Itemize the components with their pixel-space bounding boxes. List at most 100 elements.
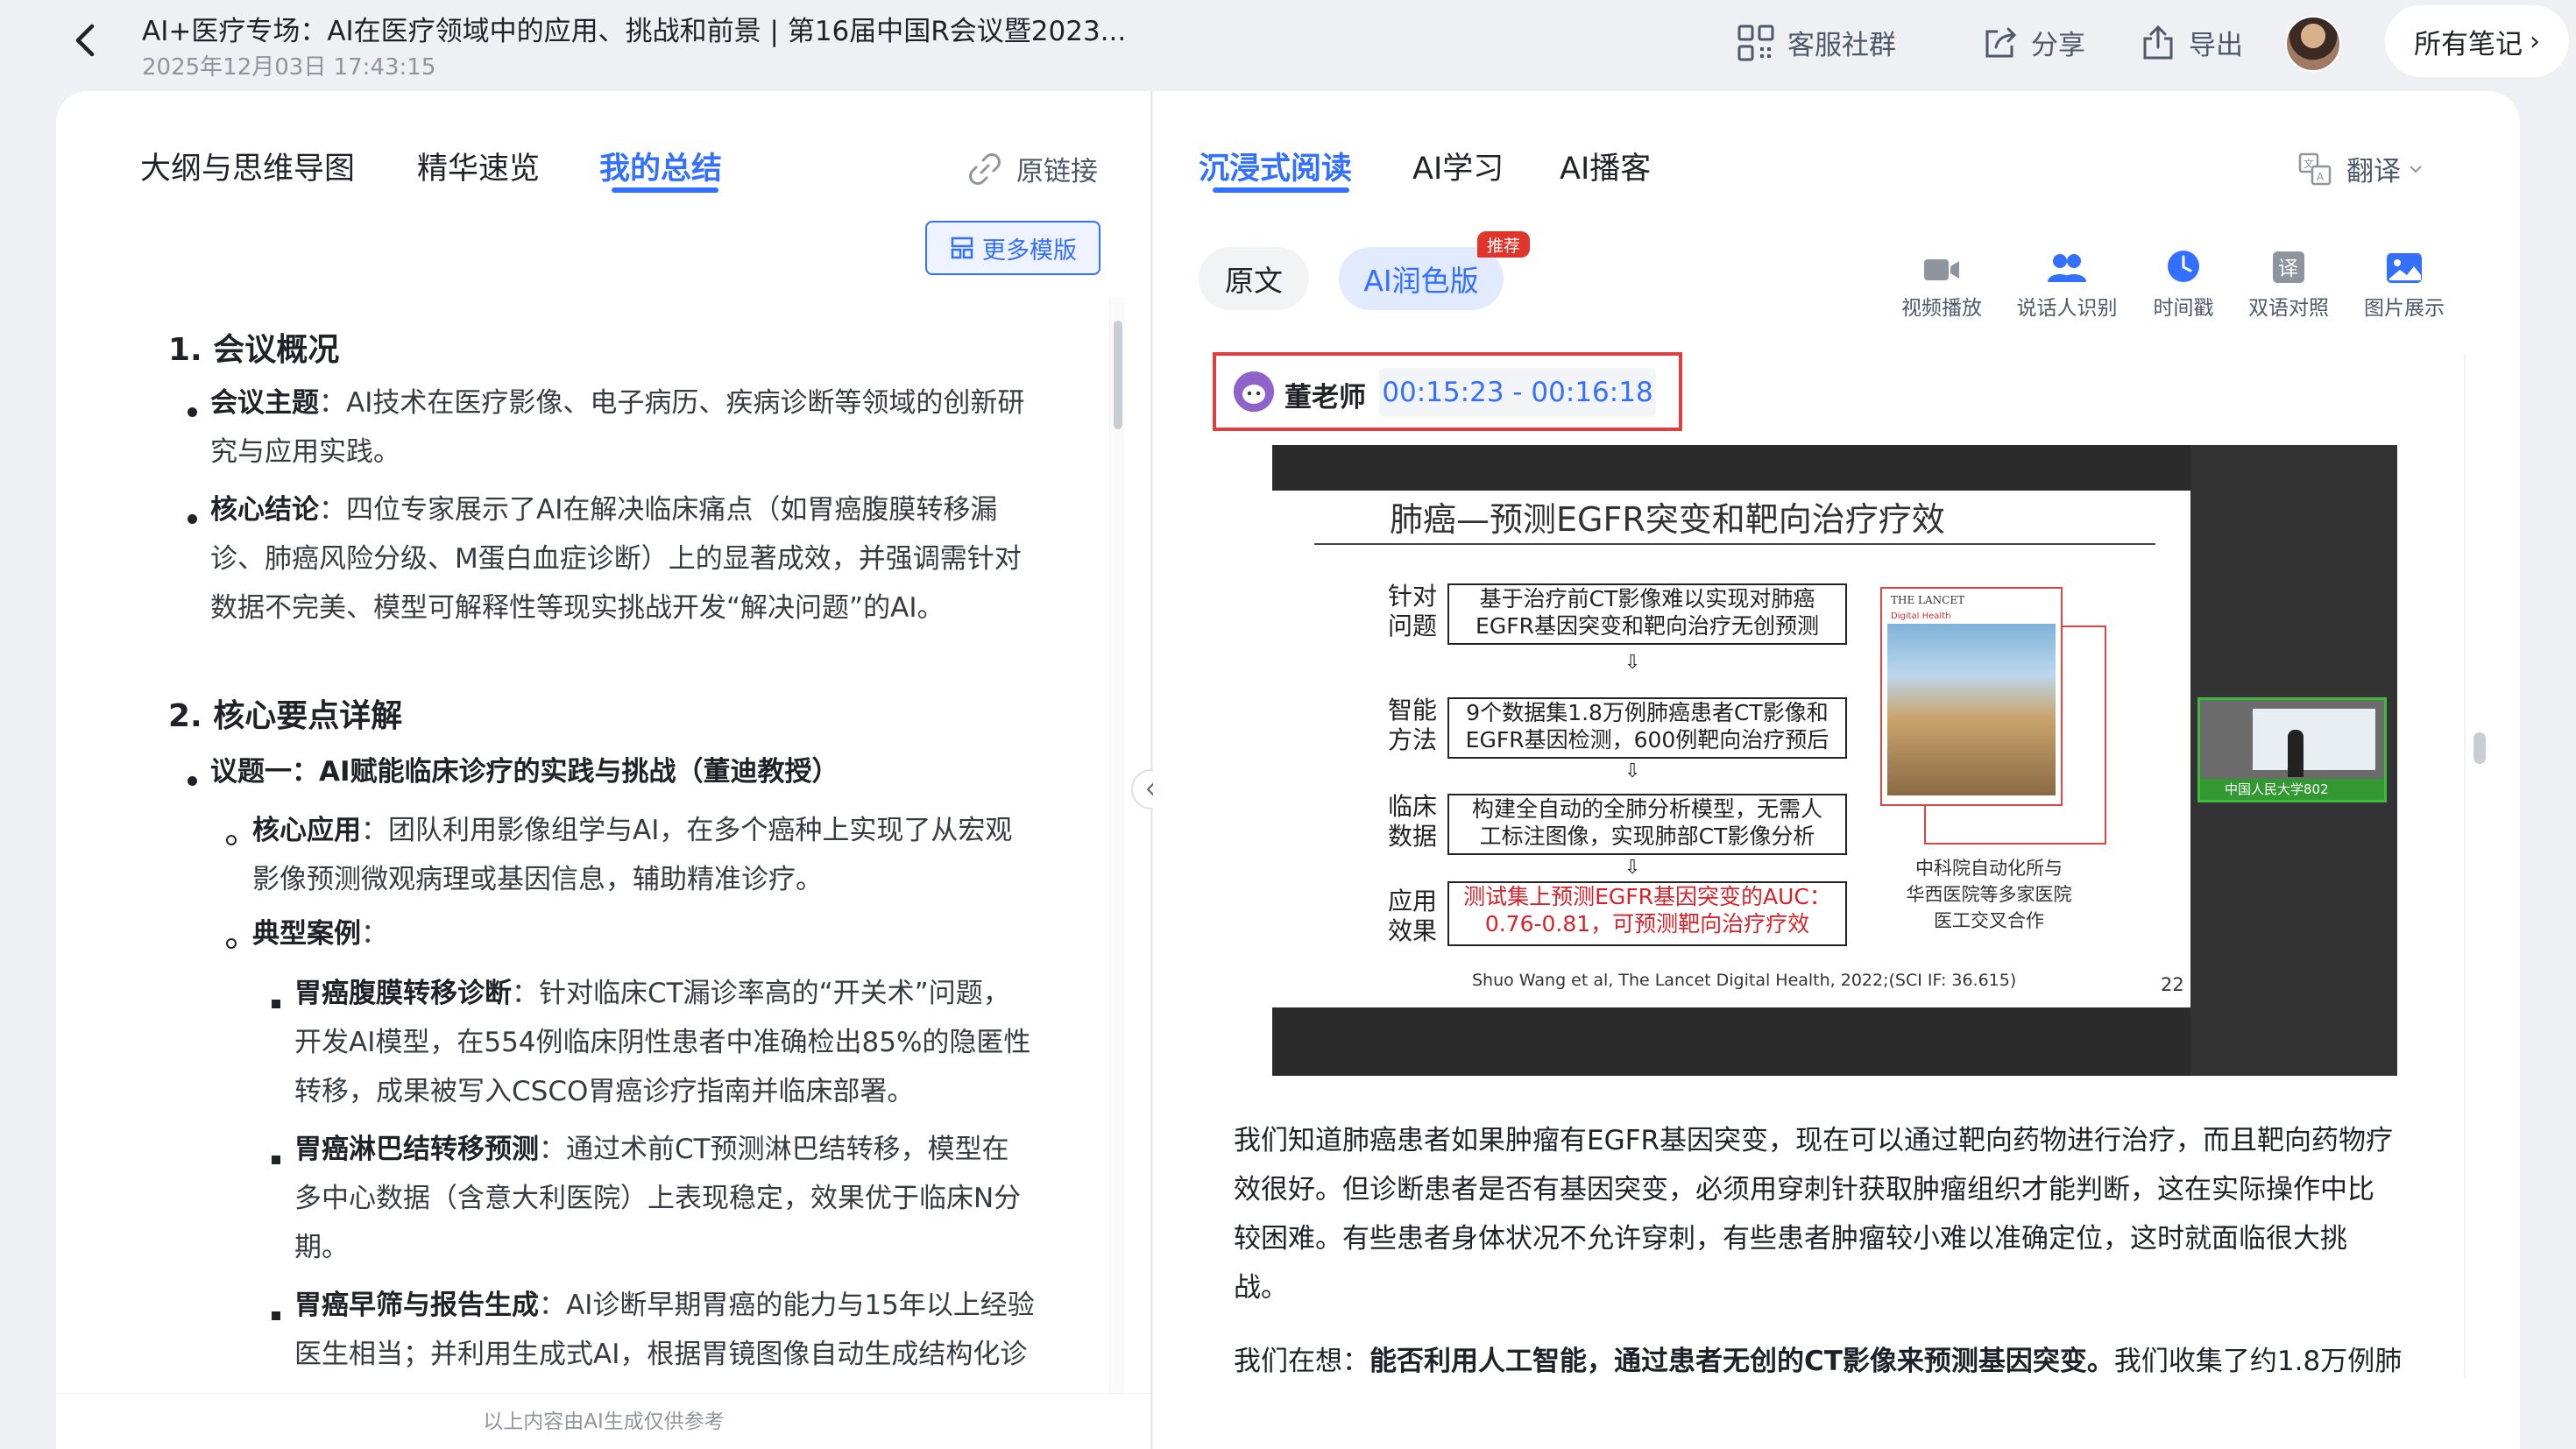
video-person [2288, 730, 2304, 777]
square-bullet [272, 1000, 280, 1008]
topic-heading: 议题一：AI赋能临床诊疗的实践与挑战（董迪教授） [210, 747, 839, 796]
tab-ai-learning[interactable]: AI学习 [1412, 144, 1504, 188]
video-label: 中国人民大学802 [2200, 779, 2384, 800]
tool-image-display[interactable]: 图片展示 [2352, 244, 2457, 321]
tool-label: 时间戳 [2153, 297, 2214, 320]
chevron-right-icon: › [2530, 25, 2540, 57]
summary-line: 究与应用实践。 [210, 436, 400, 468]
user-avatar[interactable] [2285, 16, 2341, 72]
summary-line: 医生相当；并利用生成式AI，根据胃镜图像自动生成结构化诊 [294, 1339, 1028, 1370]
slide-row-label: 应用 效果 [1388, 887, 1449, 946]
top-bar: AI+医疗专场：AI在医疗领域中的应用、挑战和前景 | 第16届中国R会议暨20… [0, 0, 2576, 91]
summary-line: 转移，成果被写入CSCO胃癌诊疗指南并临床部署。 [294, 1076, 915, 1107]
core-app-label: 核心应用 [252, 815, 361, 846]
image-icon [2387, 253, 2422, 283]
clock-icon [2168, 251, 2199, 282]
all-notes-button[interactable]: 所有笔记 › [2385, 5, 2569, 77]
summary-line: 多中心数据（含意大利医院）上表现稳定，效果优于临床N分 [294, 1183, 1022, 1214]
users-icon [2048, 254, 2086, 282]
slide-row-label: 临床 数据 [1388, 792, 1449, 852]
article-text: 我们在想： [1234, 1346, 1369, 1377]
summary-scrollbar[interactable] [1109, 298, 1125, 1393]
summary-line: 胃癌淋巴结转移预测：通过术前CT预测淋巴结转移，模型在 [294, 1125, 1009, 1174]
export-button[interactable]: 导出 [2140, 23, 2243, 62]
reading-scrollbar-thumb[interactable] [2473, 732, 2486, 764]
template-icon [951, 237, 973, 259]
document-title: AI+医疗专场：AI在医疗领域中的应用、挑战和前景 | 第16届中国R会议暨20… [142, 16, 1127, 47]
slide-box-line: EGFR基因检测，600例靶向治疗预后 [1465, 727, 1829, 753]
lancet-title: THE LANCET [1891, 594, 1965, 606]
original-text-pill[interactable]: 原文 [1199, 247, 1309, 310]
article-line: 我们知道肺癌患者如果肿瘤有EGFR基因突变，现在可以通过靶向药物进行治疗，而且靶… [1234, 1125, 2393, 1156]
export-icon [2143, 25, 2173, 59]
slide-row-box: 构建全自动的全肺分析模型，无需人 工标注图像，实现肺部CT影像分析 [1447, 794, 1847, 855]
video-camera-icon [1924, 259, 1959, 280]
topic1-text: 议题一：AI赋能临床诊疗的实践与挑战（董迪教授） [210, 756, 839, 788]
original-link-button[interactable]: 原链接 [966, 149, 1098, 188]
grid-icon [1737, 25, 1774, 60]
slide-row-box: 测试集上预测EGFR基因突变的AUC： 0.76-0.81，可预测靶向治疗疗效 [1447, 881, 1847, 946]
tool-label: 视频播放 [1901, 297, 1982, 320]
slide-row-box: 9个数据集1.8万例肺癌患者CT影像和 EGFR基因检测，600例靶向治疗预后 [1447, 697, 1847, 759]
share-button[interactable]: 分享 [1982, 23, 2085, 62]
translate-dropdown[interactable]: 文A 翻译 [2297, 149, 2439, 188]
summary-line: 开发AI模型，在554例临床阴性患者中准确检出85%的隐匿性 [294, 1027, 1031, 1058]
more-templates-button[interactable]: 更多模版 [925, 221, 1100, 275]
case3-text: ：AI诊断早期胃癌的能力与15年以上经验 [539, 1290, 1035, 1321]
square-bullet [272, 1156, 280, 1164]
tool-speaker-recognition[interactable]: 说话人识别 [2014, 244, 2120, 321]
speaker-avatar [1234, 371, 1274, 412]
tool-timestamp[interactable]: 时间戳 [2131, 244, 2236, 321]
slide-box-line: 工标注图像，实现肺部CT影像分析 [1479, 823, 1815, 849]
tool-video-play[interactable]: 视频播放 [1889, 244, 1994, 321]
article-paragraph: 我们知道肺癌患者如果肿瘤有EGFR基因突变，现在可以通过靶向药物进行治疗，而且靶… [1234, 1116, 2443, 1312]
summary-content: 1. 会议概况 会议主题：AI技术在医疗影像、电子病历、疾病诊断等领域的创新研 … [0, 298, 1113, 1393]
slide-arrow: ⇩ [1624, 760, 1641, 782]
article-line: 效很好。但诊断患者是否有基因突变，必须用穿刺针获取肿瘤组织才能判断，这在实际操作… [1234, 1174, 2374, 1205]
case2-label: 胃癌淋巴结转移预测 [294, 1134, 539, 1165]
customer-service-label: 客服社群 [1787, 30, 1896, 61]
slide-caption: 中科院自动化所与 华西医院等多家医院 医工交叉合作 [1884, 855, 2094, 934]
ring-bullet [226, 835, 237, 845]
tool-label: 说话人识别 [2016, 297, 2118, 320]
bullet [188, 407, 197, 417]
more-templates-label: 更多模版 [982, 237, 1077, 265]
tab-ai-podcast[interactable]: AI播客 [1560, 144, 1651, 188]
article-paragraph: 我们在想：能否利用人工智能，通过患者无创的CT影像来预测基因突变。我们收集了约1… [1234, 1337, 2443, 1386]
case1-text: ：针对临床CT漏诊率高的“开关术”问题， [512, 978, 1010, 1009]
customer-service-button[interactable]: 客服社群 [1737, 23, 1896, 62]
slide-arrow: ⇩ [1624, 857, 1641, 879]
summary-line: 胃癌腹膜转移诊断：针对临床CT漏诊率高的“开关术”问题， [294, 969, 1010, 1018]
slide-row-label: 针对 问题 [1388, 582, 1449, 641]
slide-box-line: 测试集上预测EGFR基因突变的AUC： [1463, 884, 1831, 909]
case2-text: ：通过术前CT预测淋巴结转移，模型在 [539, 1134, 1009, 1165]
svg-text:文: 文 [2304, 157, 2314, 170]
slide-box-line: 基于治疗前CT影像难以实现对肺癌 [1479, 586, 1815, 611]
back-arrow-icon[interactable] [68, 23, 103, 58]
tab-my-summary[interactable]: 我的总结 [599, 144, 722, 188]
bullet [188, 776, 197, 786]
caption-line: 华西医院等多家医院 [1906, 884, 2072, 905]
translate-icon: 文A [2298, 152, 2332, 185]
bullet [188, 514, 197, 524]
summary-line: 典型案例： [252, 909, 388, 958]
article-line: 较困难。有些患者身体状况不允许穿刺，有些患者肿瘤较小难以准确定位，这时就面临很大… [1234, 1223, 2347, 1255]
cases-label: 典型案例 [252, 918, 361, 950]
tab-highlights[interactable]: 精华速览 [417, 144, 540, 188]
case3-label: 胃癌早筛与报告生成 [294, 1290, 539, 1321]
slide-label-line: 方法 [1388, 725, 1438, 754]
speaker-timestamp[interactable]: 00:15:23 - 00:16:18 [1379, 368, 1656, 417]
tab-active-indicator [612, 187, 718, 193]
tab-outline-mindmap[interactable]: 大纲与思维导图 [140, 144, 355, 188]
reading-scrollbar[interactable] [2464, 354, 2466, 1379]
summary-line: 会议主题：AI技术在医疗影像、电子病历、疾病诊断等领域的创新研 [210, 378, 1024, 428]
tab-immersive-reading[interactable]: 沉浸式阅读 [1199, 144, 1352, 188]
recommend-badge: 推荐 [1477, 231, 1530, 258]
section-heading: 2. 核心要点详解 [168, 698, 403, 734]
slide-title: 肺癌—预测EGFR突变和靶向治疗疗效 [1390, 500, 1945, 539]
speaker-video-thumbnail[interactable]: 中国人民大学802 [2197, 697, 2387, 802]
tool-bilingual[interactable]: 译 双语对照 [2236, 244, 2341, 321]
all-notes-label: 所有笔记 [2414, 28, 2523, 60]
summary-scrollbar-thumb[interactable] [1114, 321, 1122, 429]
summary-line: 核心结论：四位专家展示了AI在解决临床痛点（如胃癌腹膜转移漏 [210, 485, 997, 534]
